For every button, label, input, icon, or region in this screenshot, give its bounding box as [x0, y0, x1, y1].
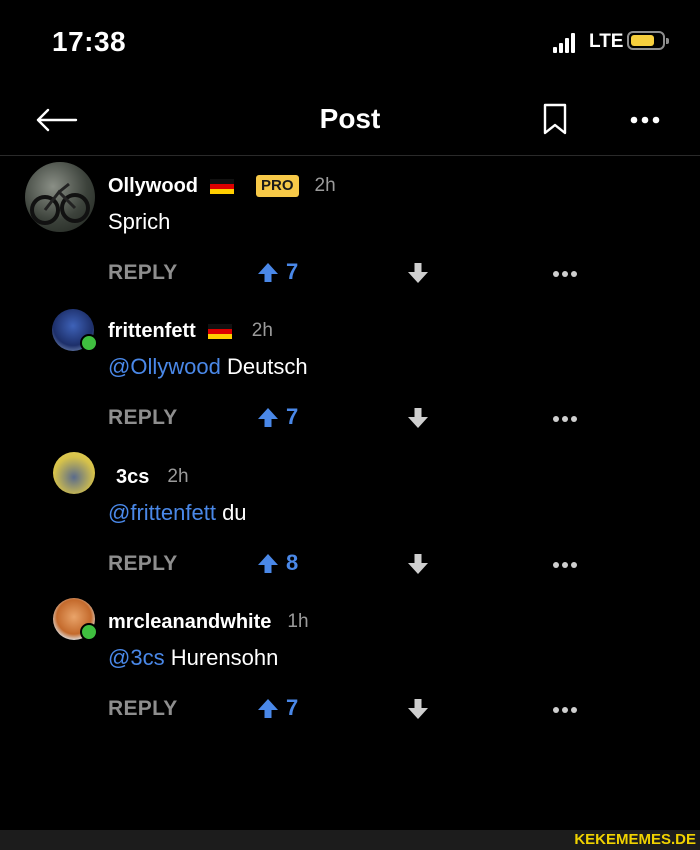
comment-actions: REPLY 7 — [0, 402, 700, 436]
german-flag-icon — [207, 323, 232, 339]
comment-item: mrcleanandwhite 1h @3cs Hurensohn REPLY … — [0, 598, 700, 732]
mention-link[interactable]: @frittenfett — [108, 500, 216, 525]
status-time: 17:38 — [52, 26, 127, 57]
bike-image — [30, 182, 90, 225]
upvote-count: 7 — [286, 695, 299, 720]
arrow-up-icon — [258, 554, 278, 573]
upvote-button[interactable]: 7 — [257, 695, 298, 721]
reply-button[interactable]: REPLY — [108, 697, 178, 721]
arrow-up-icon — [258, 699, 278, 718]
comment-body: Deutsch — [226, 354, 308, 379]
timestamp: 1h — [287, 611, 309, 632]
comment-body: Hurensohn — [170, 645, 279, 670]
comment-meta: 3cs 2h — [116, 462, 189, 492]
upvote-count: 8 — [286, 550, 299, 575]
arrow-down-icon[interactable] — [407, 553, 429, 575]
username[interactable]: Ollywood — [108, 175, 198, 198]
comment-item: 3cs 2h @frittenfett du REPLY 8 — [0, 452, 700, 587]
more-options-icon[interactable] — [552, 270, 578, 278]
username[interactable]: mrcleanandwhite — [108, 611, 271, 634]
online-indicator — [80, 334, 98, 352]
comment-body: du — [222, 500, 247, 525]
mention-link[interactable]: @Ollywood — [108, 354, 221, 379]
reply-button[interactable]: REPLY — [108, 552, 178, 576]
arrow-down-icon[interactable] — [407, 698, 429, 720]
comment-text: @Ollywood Deutsch — [108, 354, 308, 380]
upvote-count: 7 — [286, 404, 299, 429]
comment-meta: Ollywood PRO 2h — [108, 171, 336, 201]
upvote-count: 7 — [286, 259, 299, 284]
comment-item: Ollywood PRO 2h Sprich REPLY 7 — [0, 162, 700, 296]
arrow-up-icon — [258, 263, 278, 282]
nav-bar: Post — [0, 85, 700, 156]
bookmark-icon[interactable] — [541, 103, 569, 135]
arrow-down-icon[interactable] — [407, 407, 429, 429]
avatar[interactable] — [25, 162, 95, 232]
page-title: Post — [319, 103, 381, 134]
comment-item: frittenfett 2h @Ollywood Deutsch REPLY 7 — [0, 309, 700, 441]
avatar[interactable] — [53, 452, 95, 494]
comment-actions: REPLY 7 — [0, 257, 700, 291]
more-horizontal-icon[interactable] — [630, 116, 660, 124]
more-options-icon[interactable] — [552, 561, 578, 569]
comment-actions: REPLY 8 — [0, 548, 700, 582]
watermark-bar: KEKEMEMES.DE — [0, 830, 700, 850]
timestamp: 2h — [167, 466, 189, 487]
username[interactable]: frittenfett — [108, 320, 196, 343]
comment-text: @frittenfett du — [108, 500, 247, 526]
comment-body: Sprich — [108, 209, 171, 234]
reply-button[interactable]: REPLY — [108, 406, 178, 430]
network-label: LTE — [589, 31, 624, 52]
status-bar: 17:38 LTE — [0, 0, 700, 80]
comment-meta: mrcleanandwhite 1h — [108, 607, 309, 637]
pro-badge: PRO — [256, 175, 299, 197]
online-indicator — [80, 623, 98, 641]
arrow-up-icon — [258, 408, 278, 427]
comment-meta: frittenfett 2h — [108, 316, 273, 346]
upvote-button[interactable]: 8 — [257, 550, 298, 576]
username[interactable]: 3cs — [116, 466, 149, 489]
battery-icon — [627, 31, 669, 50]
reply-button[interactable]: REPLY — [108, 261, 178, 285]
more-options-icon[interactable] — [552, 415, 578, 423]
watermark: KEKEMEMES.DE — [574, 831, 696, 848]
upvote-button[interactable]: 7 — [257, 259, 298, 285]
timestamp: 2h — [251, 320, 273, 341]
arrow-down-icon[interactable] — [407, 262, 429, 284]
upvote-button[interactable]: 7 — [257, 404, 298, 430]
comment-actions: REPLY 7 — [0, 693, 700, 727]
german-flag-icon — [210, 178, 234, 194]
comment-text: @3cs Hurensohn — [108, 645, 278, 671]
mention-link[interactable]: @3cs — [108, 645, 165, 670]
more-options-icon[interactable] — [552, 706, 578, 714]
comment-text: Sprich — [108, 209, 170, 235]
timestamp: 2h — [314, 175, 336, 196]
signal-icon — [553, 33, 579, 53]
